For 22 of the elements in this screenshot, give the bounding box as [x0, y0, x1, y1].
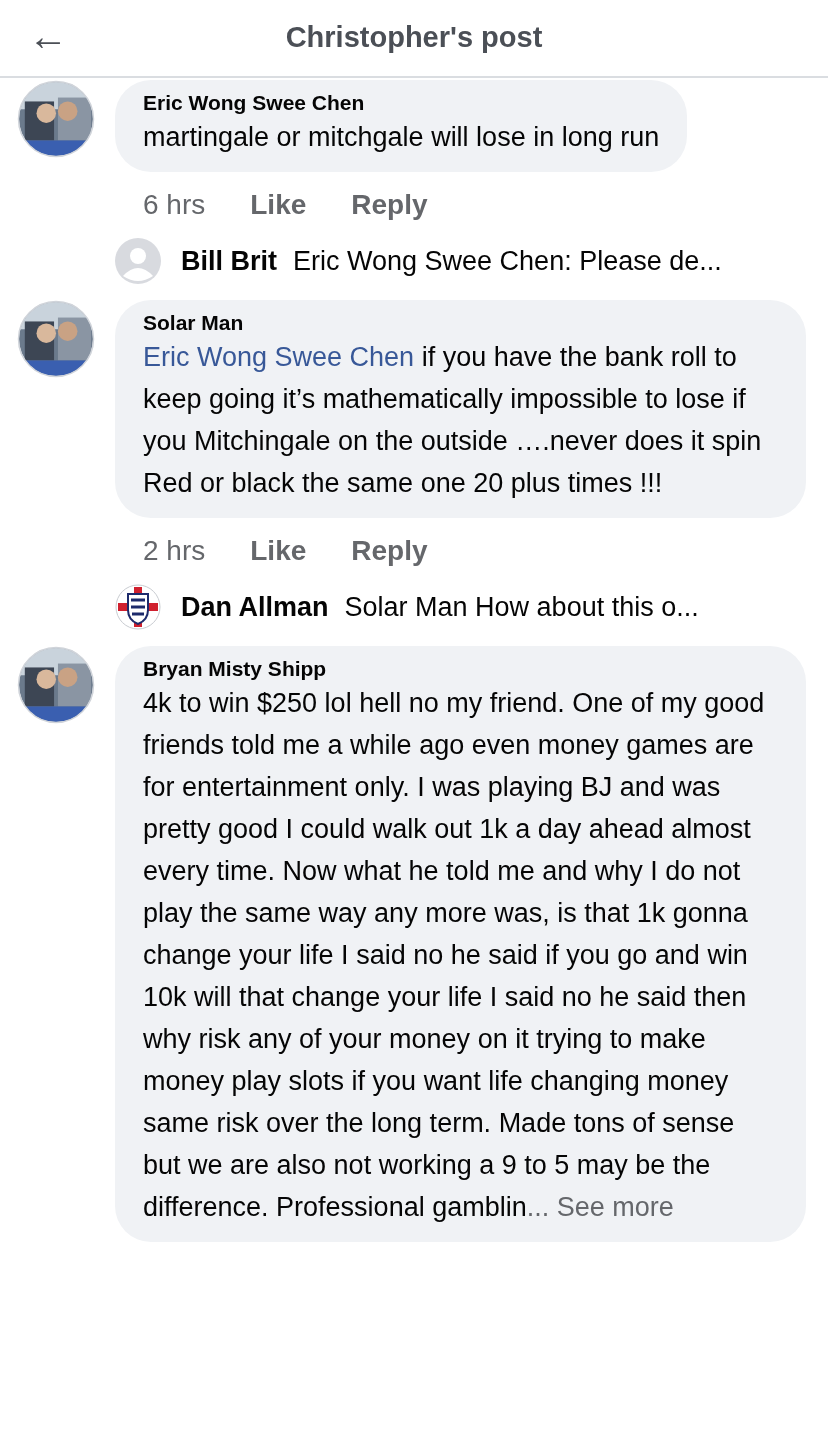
reply-button[interactable]: Reply	[351, 530, 428, 572]
see-more-link[interactable]: ... See more	[526, 1192, 674, 1222]
reply-preview[interactable]: Solar Man How about this o...	[344, 586, 699, 628]
reply-preview[interactable]: Eric Wong Swee Chen: Please de...	[293, 240, 722, 282]
page-title: Christopher's post	[285, 20, 543, 56]
like-button[interactable]: Like	[250, 530, 307, 572]
reply-button[interactable]: Reply	[351, 184, 428, 226]
default-avatar-icon	[115, 238, 161, 284]
timestamp: 2 hrs	[143, 534, 206, 568]
reply-author[interactable]: Dan Allman	[181, 586, 329, 628]
like-button[interactable]: Like	[250, 184, 307, 226]
comment-text: 4k to win $250 lol hell no my friend. One of my good friends told me a while ago even money games are for entertainment only. I was playing BJ and was pretty good I could walk out 1k a day ahead almost every time. Now what he told me and why I do not play the same way any more was, is that 1k gonna change your life I said no he said if you go and win 10k will that change your life I said no he said then why risk any of your money on it trying to make money play slots if you want life changing money same risk over the long term. Made tons of sense but we are also not working a 9 to 5 may be the difference. Professional gamblin... See more	[143, 687, 766, 1224]
mention-link[interactable]: Eric Wong Swee Chen	[143, 342, 415, 372]
comment-text: Eric Wong Swee Chen if you have the bank roll to keep going it’s mathematically impossible to lose if you Mitchingale on the outside ….never does it spin Red or black the same one 20 plus times !!!	[143, 341, 763, 500]
author-name[interactable]: Solar Man	[143, 310, 778, 336]
timestamp: 6 hrs	[143, 188, 206, 222]
reply-author[interactable]: Bill Brit	[181, 240, 277, 282]
back-button[interactable]: ←	[28, 8, 68, 64]
author-name[interactable]: Bryan Misty Shipp	[143, 656, 778, 682]
shield-crest-icon	[115, 584, 161, 630]
comment-text: martingale or mitchgale will lose in long run	[143, 121, 660, 154]
author-name[interactable]: Eric Wong Swee Chen	[143, 90, 660, 116]
